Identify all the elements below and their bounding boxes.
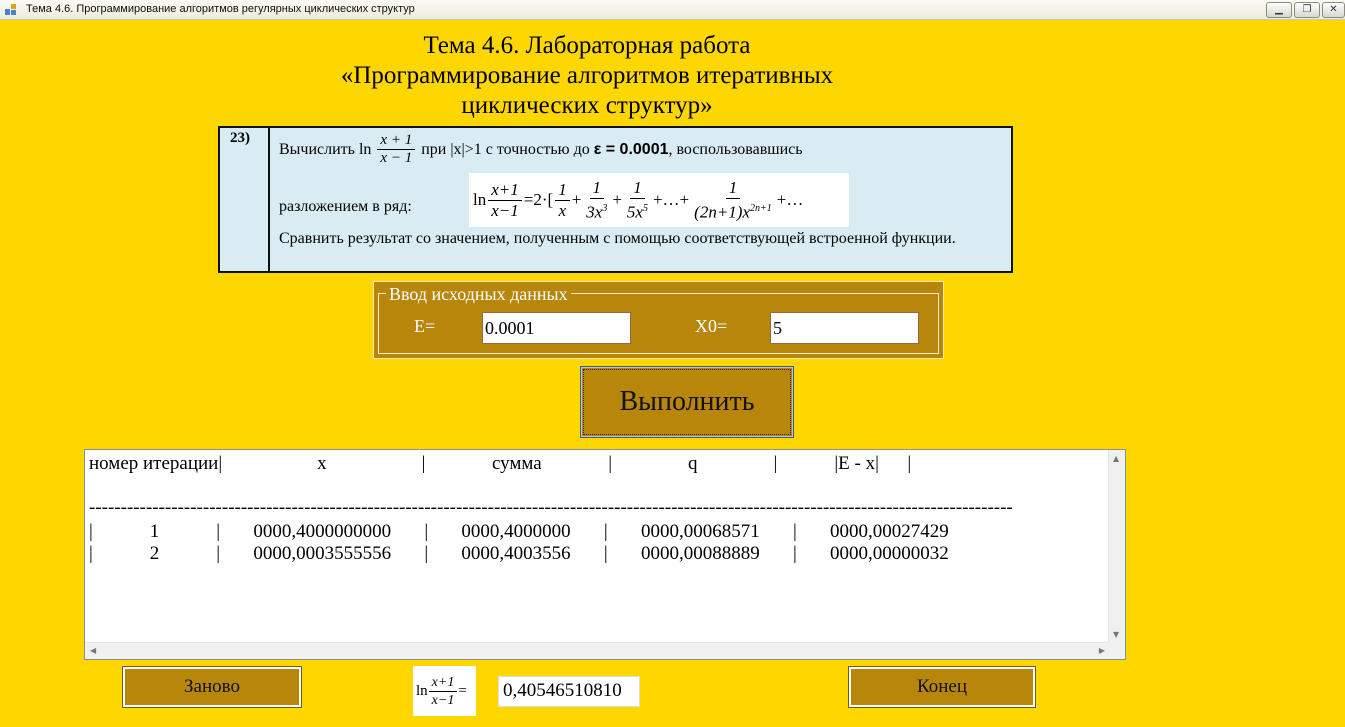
series-tail: +… <box>776 190 804 209</box>
scroll-down-icon[interactable]: ▼ <box>1113 630 1119 639</box>
task-condition: при |x|>1 с точностью до <box>421 140 590 158</box>
series-plus-1: + <box>571 190 582 209</box>
task-fraction: x + 1 x − 1 <box>377 132 416 167</box>
horizontal-scrollbar[interactable]: ◀ ▶ <box>85 642 1110 659</box>
termn-exp: 2n+1 <box>750 202 772 214</box>
task-line-1: Вычислить ln x + 1 x − 1 при |x|>1 с точ… <box>279 132 803 167</box>
fraction-denominator: x − 1 <box>380 150 413 166</box>
term3-den-base: 5x <box>626 202 643 222</box>
task-line1-suffix: , воспользовавшись <box>668 140 803 158</box>
fraction-numerator: x + 1 <box>377 132 416 150</box>
vertical-scrollbar[interactable]: ▲ ▼ <box>1108 450 1125 643</box>
term2-num: 1 <box>589 178 605 199</box>
again-button[interactable]: Заново <box>123 667 301 707</box>
series-formula: ln x+1 x−1 =2·[ 1 x + 1 3x3 + 1 5x5 +…+ … <box>469 173 849 227</box>
result-value: 0,40546510810 <box>498 676 640 707</box>
task-epsilon: ε = 0.0001 <box>593 140 669 158</box>
scroll-right-icon[interactable]: ▶ <box>1099 646 1105 655</box>
page-heading: Тема 4.6. Лабораторная работа «Программи… <box>287 31 887 121</box>
end-button[interactable]: Конец <box>849 667 1035 707</box>
ln-formula-box: ln x+1 x−1 = <box>413 666 476 716</box>
series-term-1: 1 x <box>555 180 570 221</box>
output-header: номер итерации| x | сумма | q | |E - x| … <box>89 453 912 474</box>
close-button[interactable]: ✕ <box>1322 2 1345 18</box>
heading-line-1: Тема 4.6. Лабораторная работа <box>423 32 751 59</box>
term3-exp: 5 <box>642 202 648 214</box>
task-number-cell: 23) <box>220 128 270 271</box>
series-lhs-fraction: x+1 x−1 <box>488 180 522 221</box>
series-dots: +…+ <box>652 190 690 209</box>
task-compute-text: Вычислить ln <box>279 140 372 158</box>
task-number: 23) <box>230 130 250 146</box>
term3-num: 1 <box>630 178 645 199</box>
title-bar: Тема 4.6. Программирование алгоритмов ре… <box>0 0 1345 20</box>
term2-exp: 3 <box>602 202 608 214</box>
task-line-2: разложением в ряд: <box>279 198 412 215</box>
output-row-1: | 1 | 0000,4000000000 | 0000,4000000 | 0… <box>89 521 949 542</box>
e-label: E= <box>414 316 436 336</box>
series-term-3: 1 5x5 <box>624 178 651 223</box>
scroll-up-icon[interactable]: ▲ <box>1113 454 1119 463</box>
termn-den-base: (2n+1)x <box>694 202 750 222</box>
group-legend: Ввод исходных данных <box>386 284 571 304</box>
x0-input[interactable] <box>770 312 919 344</box>
scroll-left-icon[interactable]: ◀ <box>90 646 96 655</box>
output-separator: ----------------------------------------… <box>89 497 1013 518</box>
term2-den-base: 3x <box>586 202 603 222</box>
input-data-group: Ввод исходных данных E= X0= <box>373 281 944 359</box>
term3-den: 5x5 <box>624 199 651 223</box>
series-ln: ln <box>473 190 487 209</box>
output-textbox[interactable]: номер итерации| x | сумма | q | |E - x| … <box>84 449 1126 660</box>
heading-line-3: циклических структур» <box>461 92 713 119</box>
output-row-2: | 2 | 0000,0003555556 | 0000,4003556 | 0… <box>89 543 949 564</box>
maximize-button[interactable]: ❐ <box>1294 2 1320 18</box>
heading-line-2: «Программирование алгоритмов итеративных <box>340 62 834 89</box>
e-input[interactable] <box>482 312 631 344</box>
x0-label: X0= <box>695 316 728 336</box>
scroll-corner <box>1108 642 1125 659</box>
series-lhs-den: x−1 <box>491 200 519 220</box>
ln-equals: = <box>458 682 467 699</box>
minimize-button[interactable]: ▁ <box>1266 2 1292 18</box>
series-term-2: 1 3x3 <box>583 178 610 223</box>
ln-numerator: x+1 <box>428 674 458 692</box>
termn-num: 1 <box>725 178 741 199</box>
ln-label: ln <box>416 682 428 699</box>
series-plus-2: + <box>612 190 622 209</box>
ln-fraction: x+1 x−1 <box>428 674 458 709</box>
task-line-3: Сравнить результат со значением, получен… <box>279 230 956 247</box>
series-term-n: 1 (2n+1)x2n+1 <box>691 178 775 223</box>
term1-den: x <box>558 200 567 220</box>
app-icon <box>5 4 16 15</box>
term2-den: 3x3 <box>583 199 610 223</box>
termn-den: (2n+1)x2n+1 <box>691 199 775 223</box>
ln-denominator: x−1 <box>431 692 455 708</box>
term1-num: 1 <box>555 180 570 201</box>
series-lhs-num: x+1 <box>488 180 522 201</box>
task-statement: 23) Вычислить ln x + 1 x − 1 при |x|>1 с… <box>218 126 1013 273</box>
window-title: Тема 4.6. Программирование алгоритмов ре… <box>26 3 415 15</box>
execute-button[interactable]: Выполнить <box>580 366 794 438</box>
series-eq: =2·[ <box>523 190 554 209</box>
